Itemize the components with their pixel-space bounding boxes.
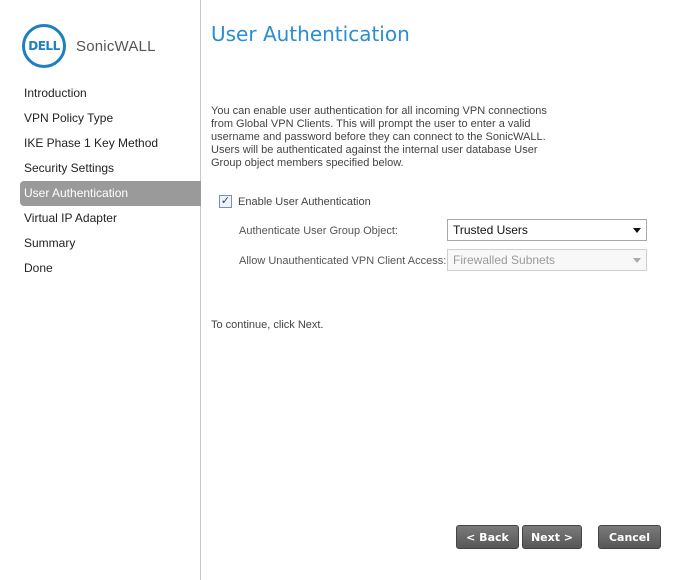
continue-hint: To continue, click Next. xyxy=(211,319,324,331)
user-group-label: Authenticate User Group Object: xyxy=(239,225,398,237)
step-vpn-policy-type[interactable]: VPN Policy Type xyxy=(20,106,201,131)
enable-user-auth-label: Enable User Authentication xyxy=(238,195,371,208)
step-virtual-ip-adapter[interactable]: Virtual IP Adapter xyxy=(20,206,201,231)
product-name: SonicWALL xyxy=(76,37,156,55)
step-summary[interactable]: Summary xyxy=(20,231,201,256)
step-done[interactable]: Done xyxy=(20,256,201,281)
user-group-value: Trusted Users xyxy=(453,223,528,237)
wizard-steps: Introduction VPN Policy Type IKE Phase 1… xyxy=(20,81,201,281)
enable-user-auth-row[interactable]: ✓ Enable User Authentication xyxy=(219,195,371,208)
unauth-access-label: Allow Unauthenticated VPN Client Access: xyxy=(239,255,447,267)
dell-logo-icon: DELL xyxy=(22,24,66,68)
step-security-settings[interactable]: Security Settings xyxy=(20,156,201,181)
step-ike-phase1-key-method[interactable]: IKE Phase 1 Key Method xyxy=(20,131,201,156)
cancel-button[interactable]: Cancel xyxy=(598,525,661,549)
chevron-down-icon xyxy=(633,228,641,233)
step-introduction[interactable]: Introduction xyxy=(20,81,201,106)
back-button[interactable]: < Back xyxy=(456,525,519,549)
user-group-select[interactable]: Trusted Users xyxy=(447,219,647,241)
logo: DELL SonicWALL xyxy=(22,24,156,68)
page-description: You can enable user authentication for a… xyxy=(211,105,547,169)
step-user-authentication[interactable]: User Authentication xyxy=(20,181,201,206)
page-title: User Authentication xyxy=(211,22,410,46)
unauth-access-select: Firewalled Subnets xyxy=(447,249,647,271)
unauth-access-value: Firewalled Subnets xyxy=(453,253,556,267)
chevron-down-icon xyxy=(633,258,641,263)
wizard-sidebar: DELL SonicWALL Introduction VPN Policy T… xyxy=(0,0,201,580)
next-button[interactable]: Next > xyxy=(522,525,582,549)
enable-user-auth-checkbox[interactable]: ✓ xyxy=(219,195,232,208)
